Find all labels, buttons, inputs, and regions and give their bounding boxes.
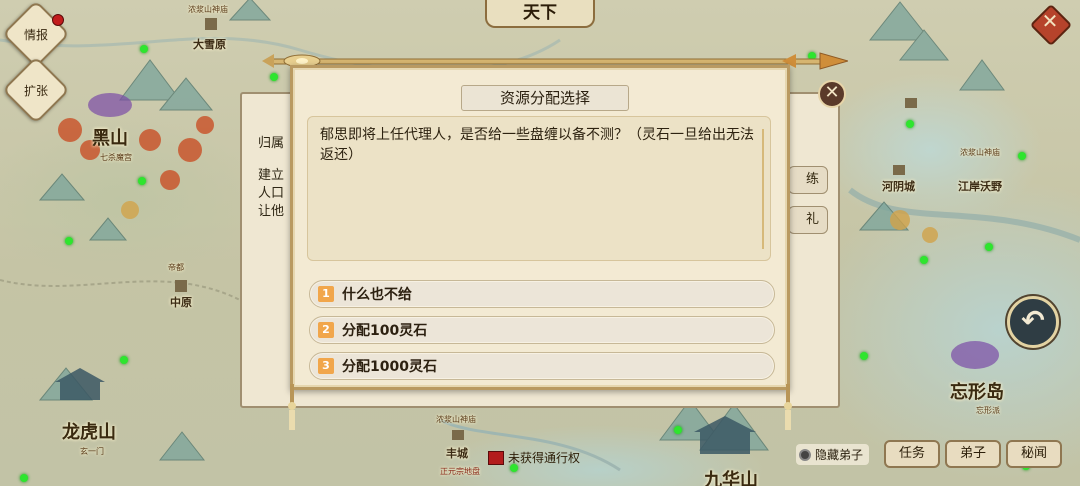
region-heishan-sect: 七杀魔宫 <box>100 153 132 162</box>
disciples-button[interactable]: 弟子 <box>945 440 1001 468</box>
option-give-100[interactable]: 2 分配100灵石 <box>309 316 775 344</box>
back-arrow-button[interactable]: ↶ <box>1007 296 1059 348</box>
town-daxueyuan[interactable]: 大雪原 <box>193 36 226 52</box>
map-point[interactable] <box>270 73 278 81</box>
panel-label-him: 让他 <box>258 204 285 219</box>
region-wangxingdao-sect: 忘形派 <box>976 406 1000 415</box>
town-heyincheng[interactable]: 河阴城 <box>882 178 915 194</box>
map-title-banner: 天下 <box>485 0 595 28</box>
map-point[interactable] <box>20 474 28 482</box>
dialog-title: 资源分配选择 <box>461 85 629 111</box>
tassel-left <box>288 384 296 430</box>
map-point[interactable] <box>860 352 868 360</box>
tasks-button[interactable]: 任务 <box>884 440 940 468</box>
map-point[interactable] <box>985 243 993 251</box>
message-scrollbar[interactable] <box>762 129 764 249</box>
territory-flag-label: 正元宗地盘 <box>440 467 480 476</box>
panel-label-owner: 归属 <box>258 136 285 151</box>
dialog-close-button[interactable]: ✕ <box>818 80 846 108</box>
town-tag: 浓浆山神庙 <box>188 5 228 14</box>
map-point[interactable] <box>140 45 148 53</box>
region-jiuhuashan[interactable]: 九华山 <box>704 466 758 486</box>
red-flag-icon <box>488 450 504 465</box>
region-wangxingdao[interactable]: 忘形岛 <box>950 378 1004 404</box>
map-point[interactable] <box>65 237 73 245</box>
map-point[interactable] <box>906 120 914 128</box>
option-number-badge: 1 <box>318 286 334 302</box>
town-tag: 浓浆山神庙 <box>436 415 476 424</box>
notification-dot-icon <box>52 14 64 26</box>
hide-disciples-toggle[interactable]: 隐藏弟子 <box>796 444 870 465</box>
access-notice: 未获得通行权 <box>488 449 580 466</box>
expand-button-label: 扩张 <box>23 84 48 98</box>
option-number-badge: 2 <box>318 322 334 338</box>
option-label: 分配100灵石 <box>342 323 428 339</box>
resource-allocation-dialog: 资源分配选择 郁思即将上任代理人，是否给一些盘缠以备不测？（灵石一旦给出无法返还… <box>290 65 790 390</box>
town-zhongyuan[interactable]: 中原 <box>170 294 192 310</box>
town-tag: 浓浆山神庙 <box>960 148 1000 157</box>
region-longhushan[interactable]: 龙虎山 <box>62 418 116 444</box>
message-box: 郁思即将上任代理人，是否给一些盘缠以备不测？（灵石一旦给出无法返还） <box>307 116 771 261</box>
map-point[interactable] <box>1018 152 1026 160</box>
panel-label-build: 建立 <box>258 168 285 183</box>
close-icon: ✕ <box>1041 9 1059 33</box>
map-point[interactable] <box>920 256 928 264</box>
dialog-message: 郁思即将上任代理人，是否给一些盘缠以备不测？（灵石一旦给出无法返还） <box>320 127 754 163</box>
region-longhushan-sect: 玄一门 <box>80 447 104 456</box>
option-number-badge: 3 <box>318 358 334 374</box>
option-label: 什么也不给 <box>342 287 412 303</box>
town-fengcheng[interactable]: 丰城 <box>446 445 468 461</box>
panel-train-button[interactable]: 练 <box>788 166 828 194</box>
map-point[interactable] <box>674 426 682 434</box>
town-jiangan[interactable]: 江岸沃野 <box>958 178 1002 194</box>
secrets-button[interactable]: 秘闻 <box>1006 440 1062 468</box>
option-give-nothing[interactable]: 1 什么也不给 <box>309 280 775 308</box>
region-heishan[interactable]: 黑山 <box>92 124 128 150</box>
intel-button-label: 情报 <box>23 28 48 42</box>
map-point[interactable] <box>120 356 128 364</box>
access-notice-text: 未获得通行权 <box>508 451 581 465</box>
town-tag: 帝都 <box>168 263 184 272</box>
hide-disciples-label: 隐藏弟子 <box>815 448 864 462</box>
toggle-radio-icon <box>799 448 811 461</box>
option-give-1000[interactable]: 3 分配1000灵石 <box>309 352 775 380</box>
map-point[interactable] <box>138 177 146 185</box>
panel-gift-button[interactable]: 礼 <box>788 206 828 234</box>
option-label: 分配1000灵石 <box>342 359 437 375</box>
panel-label-population: 人口 <box>258 186 285 201</box>
tassel-right <box>784 384 792 430</box>
